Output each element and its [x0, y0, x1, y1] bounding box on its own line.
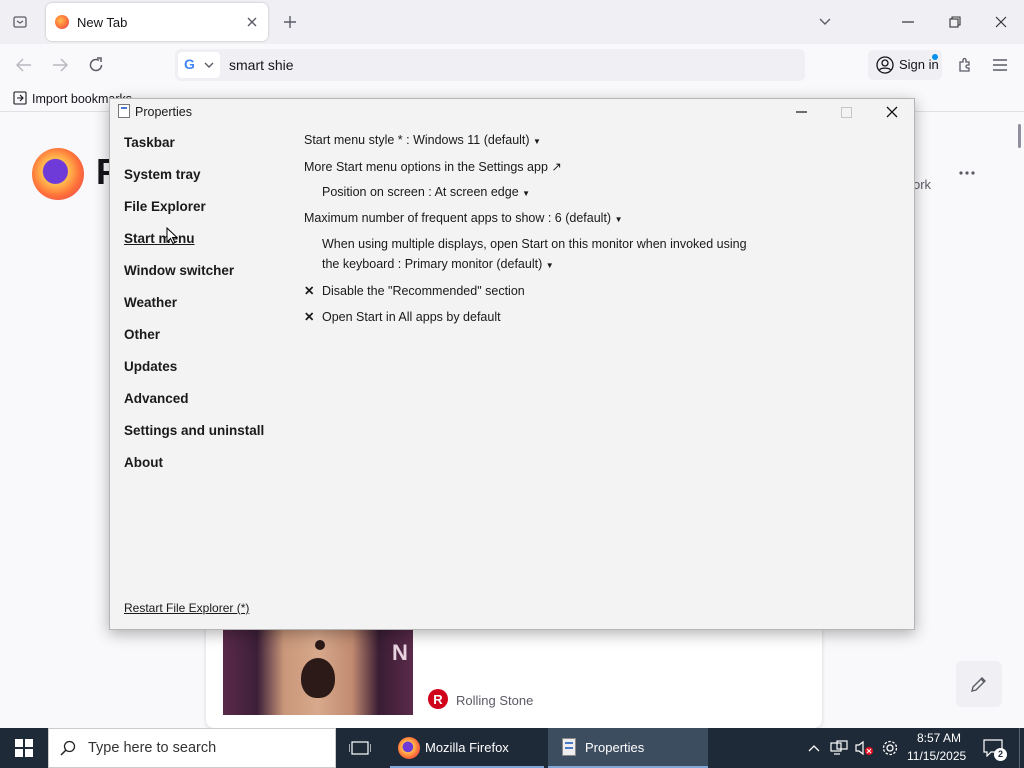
more-start-options-link[interactable]: More Start menu options in the Settings … [304, 159, 562, 174]
dialog-app-icon [118, 104, 130, 118]
nav-item-taskbar[interactable]: Taskbar [124, 135, 175, 150]
external-link-icon: ↗ [551, 160, 562, 174]
story-image [223, 630, 413, 715]
open-all-apps-checkbox[interactable]: ✕ Open Start in All apps by default [304, 309, 501, 324]
dialog-minimize-icon[interactable] [789, 102, 813, 122]
close-tab-icon[interactable] [242, 12, 262, 32]
clock-date[interactable]: 11/15/2025 [907, 749, 966, 763]
nav-item-system-tray[interactable]: System tray [124, 167, 201, 182]
firefox-logo-icon [32, 148, 84, 200]
tab-title: New Tab [77, 15, 128, 30]
taskbar-firefox-label: Mozilla Firefox [425, 740, 509, 755]
start-menu-style-option[interactable]: Start menu style * : Windows 11 (default… [304, 133, 541, 147]
task-view-icon[interactable] [344, 733, 376, 763]
list-all-tabs-icon[interactable] [8, 10, 32, 34]
open-all-apps-label: Open Start in All apps by default [322, 310, 501, 324]
start-menu-style-label: Start menu style * : Windows 11 (default… [304, 133, 530, 147]
reload-icon[interactable] [84, 53, 108, 77]
restart-explorer-link[interactable]: Restart File Explorer (*) [124, 601, 249, 615]
chevron-down-icon [203, 58, 215, 72]
portrait-letter: N [392, 640, 408, 665]
nav-item-settings-uninstall[interactable]: Settings and uninstall [124, 423, 264, 438]
dropdown-arrow-icon: ▼ [522, 189, 531, 198]
nav-item-other[interactable]: Other [124, 327, 160, 342]
search-icon [58, 738, 78, 758]
url-input[interactable]: smart shie [229, 57, 294, 73]
nav-item-updates[interactable]: Updates [124, 359, 177, 374]
tab-overflow-chevron-icon[interactable] [815, 12, 835, 32]
dropdown-arrow-icon: ▼ [533, 137, 541, 146]
nav-item-advanced[interactable]: Advanced [124, 391, 189, 406]
disable-recommended-label: Disable the "Recommended" section [322, 284, 525, 298]
minimize-icon[interactable] [896, 10, 920, 34]
position-on-screen-option[interactable]: Position on screen : At screen edge ▼ [322, 185, 530, 199]
rolling-stone-logo-icon: R [428, 689, 448, 709]
taskbar-properties-label: Properties [585, 740, 645, 755]
network-icon[interactable] [828, 737, 850, 759]
max-frequent-apps-option[interactable]: Maximum number of frequent apps to show … [304, 211, 623, 225]
dropdown-arrow-icon: ▼ [545, 261, 554, 270]
close-window-icon[interactable] [989, 10, 1013, 34]
clock-time[interactable]: 8:57 AM [917, 731, 961, 745]
nav-item-window-switcher[interactable]: Window switcher [124, 263, 234, 278]
multi-display-option[interactable]: the keyboard : Primary monitor (default)… [322, 257, 554, 271]
mouse-cursor-icon [166, 226, 179, 245]
app-menu-icon[interactable] [988, 53, 1012, 77]
firefox-taskbar-icon [398, 737, 420, 759]
firefox-tab-icon [55, 15, 69, 29]
nav-item-file-explorer[interactable]: File Explorer [124, 199, 206, 214]
back-icon[interactable] [12, 54, 36, 76]
properties-taskbar-icon [562, 738, 576, 756]
dialog-maximize-icon [834, 102, 858, 122]
restore-icon[interactable] [943, 10, 967, 34]
google-icon: G [184, 56, 195, 72]
check-x-icon: ✕ [304, 310, 315, 324]
page-scrollbar-thumb[interactable] [1018, 124, 1021, 148]
new-tab-icon[interactable] [280, 12, 300, 32]
sign-in-label: Sign in [899, 57, 939, 72]
notification-badge: 2 [994, 748, 1007, 761]
multi-display-label: the keyboard : Primary monitor (default) [322, 257, 543, 271]
disable-recommended-checkbox[interactable]: ✕ Disable the "Recommended" section [304, 283, 525, 298]
story-source: Rolling Stone [456, 693, 534, 708]
extensions-icon[interactable] [953, 53, 977, 77]
taskbar-search-placeholder: Type here to search [88, 740, 217, 756]
forward-icon[interactable] [48, 54, 72, 76]
nav-item-about[interactable]: About [124, 455, 163, 470]
more-options-icon[interactable] [955, 163, 979, 183]
windows-start-icon[interactable] [0, 728, 48, 768]
multi-display-text-line1: When using multiple displays, open Start… [322, 237, 747, 251]
dialog-title: Properties [135, 105, 192, 119]
show-hidden-icons-chevron-icon[interactable] [804, 737, 824, 759]
check-x-icon: ✕ [304, 284, 315, 298]
dropdown-arrow-icon: ▼ [614, 215, 623, 224]
pencil-icon [966, 672, 992, 696]
max-apps-label: Maximum number of frequent apps to show … [304, 211, 612, 225]
position-label: Position on screen : At screen edge [322, 185, 519, 199]
nav-item-start-menu[interactable]: Start menu [124, 231, 195, 246]
account-icon [875, 55, 895, 75]
more-options-label: More Start menu options in the Settings … [304, 160, 548, 174]
dialog-close-icon[interactable] [880, 102, 904, 122]
partial-topsite-text: ork [913, 177, 932, 192]
settings-gear-icon[interactable] [879, 737, 901, 759]
settings-nav: Taskbar System tray File Explorer Start … [109, 130, 289, 480]
nav-item-weather[interactable]: Weather [124, 295, 177, 310]
show-desktop-button[interactable] [1019, 728, 1024, 768]
volume-muted-icon[interactable] [852, 737, 876, 759]
import-icon [12, 90, 28, 106]
